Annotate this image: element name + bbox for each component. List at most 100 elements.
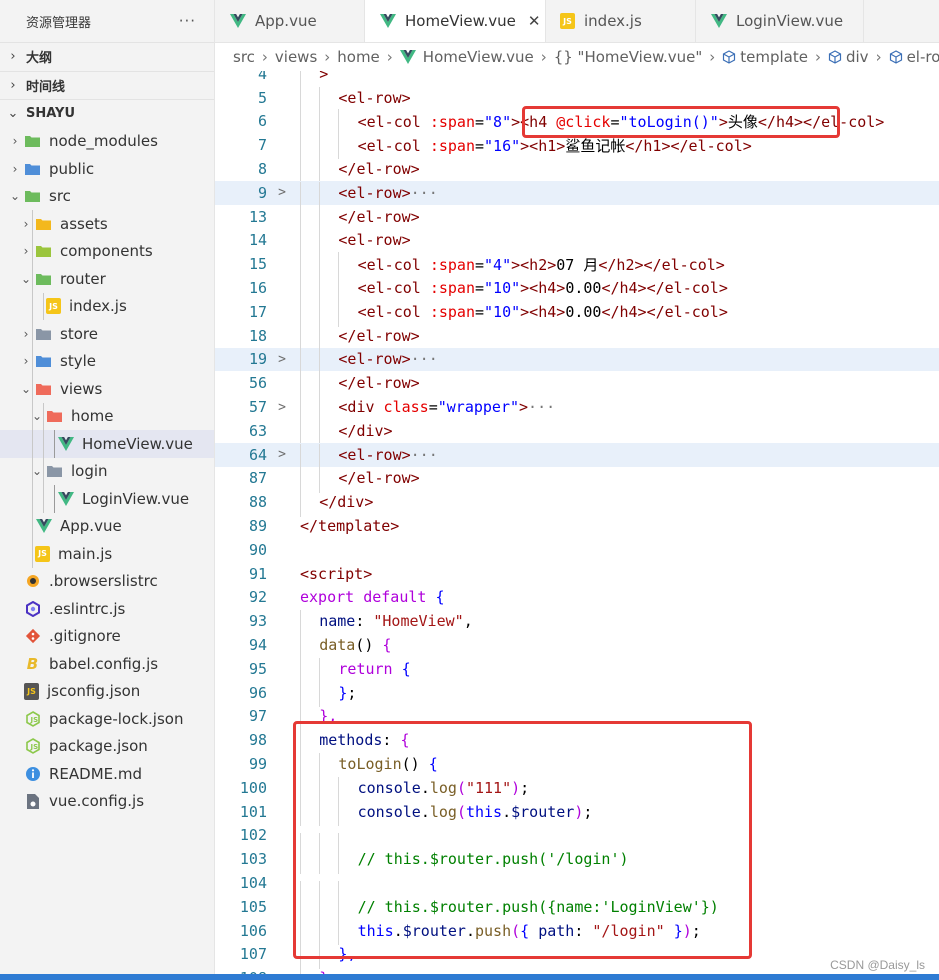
svg-text:JS: JS <box>29 716 38 724</box>
status-bar <box>0 974 939 980</box>
tree-item[interactable]: ⌄ login <box>0 457 214 485</box>
code-line[interactable]: 89 </template> <box>215 514 939 538</box>
tree-item[interactable]: › components <box>0 237 214 265</box>
code-line[interactable]: 18 </el-row> <box>215 324 939 351</box>
outline-section[interactable]: › 大纲 <box>0 42 214 71</box>
tree-item[interactable]: › store <box>0 320 214 348</box>
fold-chevron-icon[interactable]: > <box>267 185 297 200</box>
code-line[interactable]: 56 </el-row> <box>215 371 939 399</box>
tree-item[interactable]: ⌄ router <box>0 265 214 293</box>
tree-item[interactable]: ›.gitignore <box>0 623 214 651</box>
tree-item[interactable]: ›README.md <box>0 760 214 788</box>
chevron-right-icon: › <box>12 161 18 176</box>
indent-guide <box>319 108 321 135</box>
breadcrumb-item[interactable]: div <box>846 48 869 66</box>
annotation-box-methods <box>293 721 752 959</box>
code-line[interactable]: 13 </el-row> <box>215 205 939 232</box>
tree-item[interactable]: › node_modules <box>0 128 214 156</box>
tab-index-js[interactable]: JS index.js <box>546 0 696 42</box>
tree-item-label: .eslintrc.js <box>49 599 126 618</box>
tree-item[interactable]: ⌄ src <box>0 183 214 211</box>
fold-chevron-icon[interactable]: > <box>267 352 297 367</box>
tree-item[interactable]: ›Bbabel.config.js <box>0 650 214 678</box>
code-line[interactable]: 4 > <box>215 71 939 89</box>
tree-item[interactable]: ›.eslintrc.js <box>0 595 214 623</box>
code-content: </el-row> <box>297 205 420 232</box>
breadcrumb-item[interactable]: HomeView.vue <box>423 48 534 66</box>
fold-chevron-icon[interactable]: > <box>267 400 297 415</box>
tree-item[interactable]: ›JSpackage-lock.json <box>0 705 214 733</box>
code-line[interactable]: 15 <el-col :span="4"><h2>07 月</h2></el-co… <box>215 251 939 278</box>
indent-guide <box>300 634 301 660</box>
code-line[interactable]: 63 </div> <box>215 419 939 446</box>
close-icon[interactable]: ✕ <box>528 12 541 30</box>
code-line[interactable]: 87 </el-row> <box>215 467 939 494</box>
code-line[interactable]: 96}; <box>215 681 939 708</box>
tab-loginview-vue[interactable]: LoginView.vue <box>696 0 864 42</box>
code-token: = <box>475 255 485 274</box>
tree-item[interactable]: ›LoginView.vue <box>0 485 214 513</box>
chevron-right-icon: › <box>386 48 393 66</box>
project-section[interactable]: ⌄ SHAYU <box>0 99 214 128</box>
code-line[interactable]: 57 > <div class="wrapper">··· <box>215 395 939 422</box>
tree-item[interactable]: ›vue.config.js <box>0 788 214 816</box>
tree-item[interactable]: ›HomeView.vue <box>0 430 214 458</box>
vue-file-icon <box>229 14 246 29</box>
indent-guide <box>43 457 44 485</box>
code-token: <el-col <box>357 302 430 321</box>
browserslist-icon <box>24 574 41 589</box>
code-line[interactable]: 19 > <el-row>··· <box>215 347 939 375</box>
fold-chevron-icon[interactable]: > <box>267 447 297 462</box>
code-line[interactable]: 94 data() { <box>215 633 939 660</box>
code-token: <el-row> <box>338 88 411 107</box>
timeline-section[interactable]: › 时间线 <box>0 70 214 100</box>
code-line[interactable]: 90 <box>215 538 939 562</box>
tree-item[interactable]: ›JSindex.js <box>0 292 214 320</box>
code-token: , <box>463 612 473 631</box>
tree-item[interactable]: ⌄ home <box>0 402 214 430</box>
chevron-right-icon: › <box>814 48 821 66</box>
tree-item[interactable]: ›App.vue <box>0 512 214 540</box>
tree-item[interactable]: › style <box>0 347 214 375</box>
code-line[interactable]: 91 <script> <box>215 562 939 586</box>
code-line[interactable]: 64 > <el-row>··· <box>215 442 939 470</box>
breadcrumb-item[interactable]: {} "HomeView.vue" <box>554 48 703 66</box>
breadcrumb-item[interactable]: views <box>275 48 317 66</box>
tab-homeview-vue[interactable]: HomeView.vue ✕ <box>365 0 546 42</box>
code-line[interactable]: 16 <el-col :span="10"><h4>0.00</h4></el-c… <box>215 276 939 303</box>
file-tree: › node_modules › public ⌄ src › assets › componen… <box>0 128 214 816</box>
code-line[interactable]: 9 > <el-row>··· <box>215 181 939 208</box>
code-line[interactable]: 14 <el-row> <box>215 229 939 256</box>
code-line[interactable]: 88 </div> <box>215 490 939 518</box>
breadcrumb-item[interactable]: src <box>233 48 255 66</box>
code-line[interactable]: 95 return { <box>215 657 939 684</box>
line-number: 6 <box>257 112 267 131</box>
indent-guide <box>300 132 301 159</box>
code-line[interactable]: 92 export default { <box>215 586 939 610</box>
indent-guide <box>43 430 44 458</box>
breadcrumb-item[interactable]: template <box>740 48 808 66</box>
line-number: 16 <box>248 279 267 298</box>
breadcrumb-item[interactable]: el-ro <box>907 48 939 66</box>
indent-guide <box>338 277 340 303</box>
tab-app-vue[interactable]: App.vue <box>215 0 365 42</box>
code-token: { <box>382 636 392 655</box>
tree-item[interactable]: ⌄ views <box>0 375 214 403</box>
code-line[interactable]: 93 name: "HomeView", <box>215 609 939 637</box>
vue-file-icon <box>379 14 396 29</box>
code-content: </div> <box>297 491 373 518</box>
folder-icon <box>35 326 52 341</box>
code-line[interactable]: 17 <el-col :span="10"><h4>0.00</h4></el-c… <box>215 300 939 327</box>
tree-item[interactable]: ›.browserslistrc <box>0 568 214 596</box>
more-actions-icon[interactable]: ··· <box>179 12 196 30</box>
code-content: <el-row>··· <box>297 181 438 208</box>
tree-item[interactable]: ›JSmain.js <box>0 540 214 568</box>
code-line[interactable]: 8 </el-row> <box>215 157 939 184</box>
timeline-label: 时间线 <box>26 79 66 95</box>
breadcrumb-item[interactable]: home <box>337 48 380 66</box>
tree-item[interactable]: ›JSpackage.json <box>0 733 214 761</box>
tree-item[interactable]: › assets <box>0 210 214 238</box>
tree-item[interactable]: ›JSjsconfig.json <box>0 678 214 706</box>
code-token: 0.00 <box>565 279 602 298</box>
tree-item[interactable]: › public <box>0 155 214 183</box>
